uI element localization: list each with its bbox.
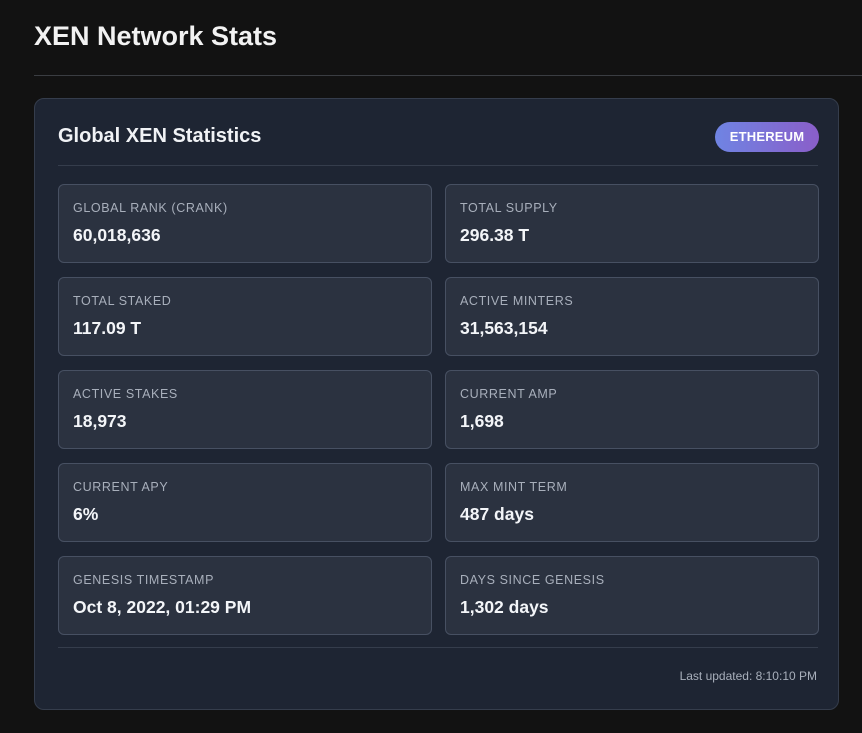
- stat-label: MAX MINT TERM: [460, 480, 568, 494]
- card-footer-divider: [58, 647, 818, 648]
- stats-grid: GLOBAL RANK (CRANK) 60,018,636 TOTAL SUP…: [58, 184, 819, 635]
- stat-label: TOTAL STAKED: [73, 294, 172, 308]
- stat-value: 296.38 T: [460, 225, 530, 245]
- stat-label: TOTAL SUPPLY: [460, 201, 558, 215]
- stat-value: 117.09 T: [73, 318, 142, 338]
- stat-value: 6%: [73, 504, 99, 524]
- stat-current-apy: CURRENT APY 6%: [58, 463, 432, 542]
- stat-label: ACTIVE MINTERS: [460, 294, 574, 308]
- stat-label: GLOBAL RANK (CRANK): [73, 201, 228, 215]
- stat-value: 1,302 days: [460, 597, 549, 617]
- stat-active-minters: ACTIVE MINTERS 31,563,154: [445, 277, 819, 356]
- stat-label: DAYS SINCE GENESIS: [460, 573, 605, 587]
- stat-days-since-genesis: DAYS SINCE GENESIS 1,302 days: [445, 556, 819, 635]
- page-title: XEN Network Stats: [34, 21, 278, 51]
- stat-global-rank: GLOBAL RANK (CRANK) 60,018,636: [58, 184, 432, 263]
- stat-current-amp: CURRENT AMP 1,698: [445, 370, 819, 449]
- network-badge: ETHEREUM: [715, 122, 819, 152]
- stat-active-stakes: ACTIVE STAKES 18,973: [58, 370, 432, 449]
- stat-value: 31,563,154: [460, 318, 548, 338]
- stat-max-mint-term: MAX MINT TERM 487 days: [445, 463, 819, 542]
- stat-value: 60,018,636: [73, 225, 161, 245]
- global-stats-card: Global XEN Statistics ETHEREUM GLOBAL RA…: [34, 98, 839, 710]
- stat-label: CURRENT AMP: [460, 387, 558, 401]
- card-title: Global XEN Statistics: [58, 125, 262, 147]
- stat-total-supply: TOTAL SUPPLY 296.38 T: [445, 184, 819, 263]
- last-updated-timestamp: Last updated: 8:10:10 PM: [679, 669, 817, 683]
- stat-genesis-timestamp: GENESIS TIMESTAMP Oct 8, 2022, 01:29 PM: [58, 556, 432, 635]
- stat-total-staked: TOTAL STAKED 117.09 T: [58, 277, 432, 356]
- card-header-divider: [58, 165, 818, 166]
- stat-value: 18,973: [73, 411, 127, 431]
- stat-value: Oct 8, 2022, 01:29 PM: [73, 597, 252, 617]
- stat-label: GENESIS TIMESTAMP: [73, 573, 215, 587]
- stat-label: ACTIVE STAKES: [73, 387, 178, 401]
- stat-label: CURRENT APY: [73, 480, 169, 494]
- stat-value: 487 days: [460, 504, 534, 524]
- title-divider: [34, 75, 862, 76]
- stat-value: 1,698: [460, 411, 504, 431]
